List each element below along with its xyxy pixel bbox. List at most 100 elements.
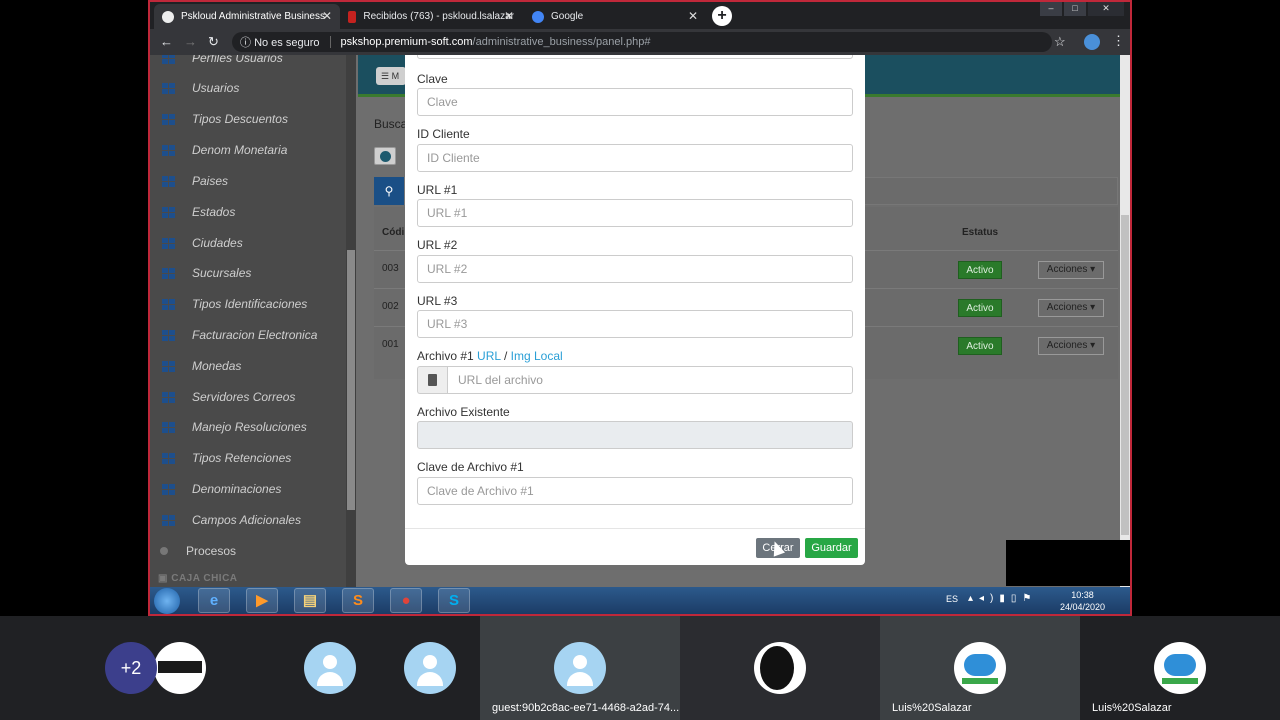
reload-icon[interactable]: ↻ bbox=[208, 34, 219, 50]
maximize-button[interactable]: □ bbox=[1064, 2, 1086, 16]
participant-tile[interactable]: Luis%20Salazar bbox=[880, 616, 1080, 720]
sidebar-item-usuarios[interactable]: Usuarios bbox=[150, 73, 346, 103]
ie-icon[interactable]: e bbox=[198, 588, 230, 613]
page-scroll-thumb[interactable] bbox=[1121, 215, 1129, 535]
archivo-url-input[interactable]: URL del archivo bbox=[447, 366, 853, 394]
sidebar-item-ciudades[interactable]: Ciudades bbox=[150, 228, 346, 258]
skype-icon[interactable]: S bbox=[438, 588, 470, 613]
clave-input[interactable]: Clave bbox=[417, 88, 853, 116]
sidebar-item-monedas[interactable]: Monedas bbox=[150, 351, 346, 381]
sidebar-item-tipos-identificaciones[interactable]: Tipos Identificaciones bbox=[150, 289, 346, 319]
archivo-url-link[interactable]: URL bbox=[477, 349, 501, 363]
tray-icons[interactable]: ▴◂)▮▯⚑ bbox=[968, 593, 1037, 604]
participant-tile[interactable]: Luis%20Salazar bbox=[1080, 616, 1280, 720]
url1-input[interactable]: URL #1 bbox=[417, 199, 853, 227]
participant-tile[interactable] bbox=[680, 616, 880, 720]
more-participants-button[interactable]: +2 bbox=[105, 642, 157, 694]
close-tab-icon[interactable]: ✕ bbox=[504, 9, 514, 23]
url-path: /administrative_business/panel.php# bbox=[472, 36, 651, 48]
windows-taskbar: e ▶ ▤ S ● S ES ▴◂)▮▯⚑ 10:38 24/04/2020 bbox=[150, 587, 1130, 614]
participant-tile[interactable]: guest:90b2c8ac-ee71-4468-a2ad-74... bbox=[480, 616, 680, 720]
page-scrollbar[interactable] bbox=[1120, 55, 1130, 587]
url3-input[interactable]: URL #3 bbox=[417, 310, 853, 338]
cloud-logo-avatar bbox=[954, 642, 1006, 694]
menu-button[interactable]: ☰ M bbox=[376, 67, 406, 85]
clave-archivo-input[interactable]: Clave de Archivo #1 bbox=[417, 477, 853, 505]
actions-dropdown[interactable]: Acciones ▾ bbox=[1038, 261, 1104, 279]
sidebar-scroll-thumb[interactable] bbox=[347, 250, 355, 510]
close-tab-icon[interactable]: ✕ bbox=[688, 9, 698, 23]
tab-google[interactable]: Google ✕ bbox=[524, 4, 706, 29]
security-info[interactable]: ⓘ No es seguro bbox=[240, 34, 320, 50]
logo-band bbox=[158, 661, 202, 673]
page-viewport: Perfiles Usuarios Usuarios Tipos Descuen… bbox=[150, 55, 1130, 587]
sidebar-item-campos-adicionales[interactable]: Campos Adicionales bbox=[150, 505, 346, 535]
sublime-icon[interactable]: S bbox=[342, 588, 374, 613]
menu-dots-icon[interactable]: ⋮ bbox=[1112, 33, 1125, 49]
url2-input[interactable]: URL #2 bbox=[417, 255, 853, 283]
sidebar-item-denom-monetaria[interactable]: Denom Monetaria bbox=[150, 135, 346, 165]
sidebar-item-tipos-descuentos[interactable]: Tipos Descuentos bbox=[150, 104, 346, 134]
remote-screen: Pskloud Administrative Business ✕ Recibi… bbox=[148, 0, 1132, 616]
file-icon bbox=[428, 374, 437, 386]
user-avatar-icon bbox=[554, 642, 606, 694]
sidebar-item-paises[interactable]: Paises bbox=[150, 166, 346, 196]
close-tab-icon[interactable]: ✕ bbox=[322, 9, 332, 23]
new-tab-button[interactable]: + bbox=[712, 6, 732, 26]
archivo-img-local-link[interactable]: Img Local bbox=[511, 349, 563, 363]
profile-avatar[interactable] bbox=[1084, 34, 1100, 50]
url-field[interactable]: ⓘ No es seguro pskshop.premium-soft.com /… bbox=[232, 32, 1052, 52]
sidebar: Perfiles Usuarios Usuarios Tipos Descuen… bbox=[150, 55, 356, 587]
language-indicator[interactable]: ES bbox=[946, 594, 958, 604]
media-player-icon[interactable]: ▶ bbox=[246, 588, 278, 613]
grid-icon bbox=[162, 113, 175, 125]
grid-icon bbox=[162, 55, 175, 64]
file-addon bbox=[417, 366, 447, 394]
sidebar-item-manejo-resoluciones[interactable]: Manejo Resoluciones bbox=[150, 412, 346, 442]
window-controls: – □ ✕ bbox=[1040, 2, 1124, 16]
info-button[interactable] bbox=[374, 147, 396, 165]
search-label: Busca bbox=[374, 117, 408, 131]
back-icon[interactable]: ← bbox=[160, 34, 173, 49]
url2-label: URL #2 bbox=[417, 238, 458, 252]
actions-dropdown[interactable]: Acciones ▾ bbox=[1038, 299, 1104, 317]
sidebar-item-servidores-correos[interactable]: Servidores Correos bbox=[150, 382, 346, 412]
sidebar-item-procesos[interactable]: Procesos bbox=[150, 536, 346, 566]
start-button[interactable] bbox=[154, 588, 180, 614]
id-cliente-input[interactable]: ID Cliente bbox=[417, 144, 853, 172]
url3-label: URL #3 bbox=[417, 294, 458, 308]
sidebar-scrollbar[interactable] bbox=[346, 55, 356, 587]
sidebar-section-caja-chica[interactable]: ▣ CAJA CHICA bbox=[158, 573, 238, 584]
meeting-participants-bar: guest:90b2c8ac-ee71-4468-a2ad-74... Luis… bbox=[0, 616, 1280, 720]
browser-tabbar: Pskloud Administrative Business ✕ Recibi… bbox=[150, 2, 1130, 29]
grid-icon bbox=[162, 329, 175, 341]
actions-dropdown[interactable]: Acciones ▾ bbox=[1038, 337, 1104, 355]
grid-icon bbox=[162, 206, 175, 218]
grid-icon bbox=[162, 452, 175, 464]
grid-icon bbox=[162, 360, 175, 372]
guardar-button[interactable]: Guardar bbox=[805, 538, 858, 558]
sidebar-item-denominaciones[interactable]: Denominaciones bbox=[150, 474, 346, 504]
bookmark-star-icon[interactable]: ☆ bbox=[1054, 34, 1066, 50]
close-window-button[interactable]: ✕ bbox=[1088, 2, 1124, 16]
previous-field-input[interactable] bbox=[417, 55, 853, 59]
divider bbox=[329, 36, 331, 48]
sidebar-item-facturacion-electronica[interactable]: Facturacion Electronica bbox=[150, 320, 346, 350]
tab-recibidos[interactable]: Recibidos (763) - pskloud.lsalazar ✕ bbox=[340, 4, 522, 29]
grid-icon bbox=[162, 237, 175, 249]
forward-icon[interactable]: → bbox=[184, 34, 197, 49]
sidebar-item-estados[interactable]: Estados bbox=[150, 197, 346, 227]
minimize-button[interactable]: – bbox=[1040, 2, 1062, 16]
sidebar-item-tipos-retenciones[interactable]: Tipos Retenciones bbox=[150, 443, 346, 473]
chrome-icon[interactable]: ● bbox=[390, 588, 422, 613]
clave-label: Clave bbox=[417, 72, 448, 86]
clock[interactable]: 10:38 24/04/2020 bbox=[1060, 589, 1105, 613]
sidebar-item-perfiles-usuarios[interactable]: Perfiles Usuarios bbox=[150, 55, 346, 73]
folder-icon[interactable]: ▤ bbox=[294, 588, 326, 613]
grid-icon bbox=[162, 514, 175, 526]
dark-overlay-window bbox=[1006, 540, 1130, 586]
sidebar-item-sucursales[interactable]: Sucursales bbox=[150, 258, 346, 288]
search-button[interactable]: ⚲ bbox=[374, 177, 404, 205]
grid-icon bbox=[162, 267, 175, 279]
tab-pskloud[interactable]: Pskloud Administrative Business ✕ bbox=[154, 4, 340, 29]
